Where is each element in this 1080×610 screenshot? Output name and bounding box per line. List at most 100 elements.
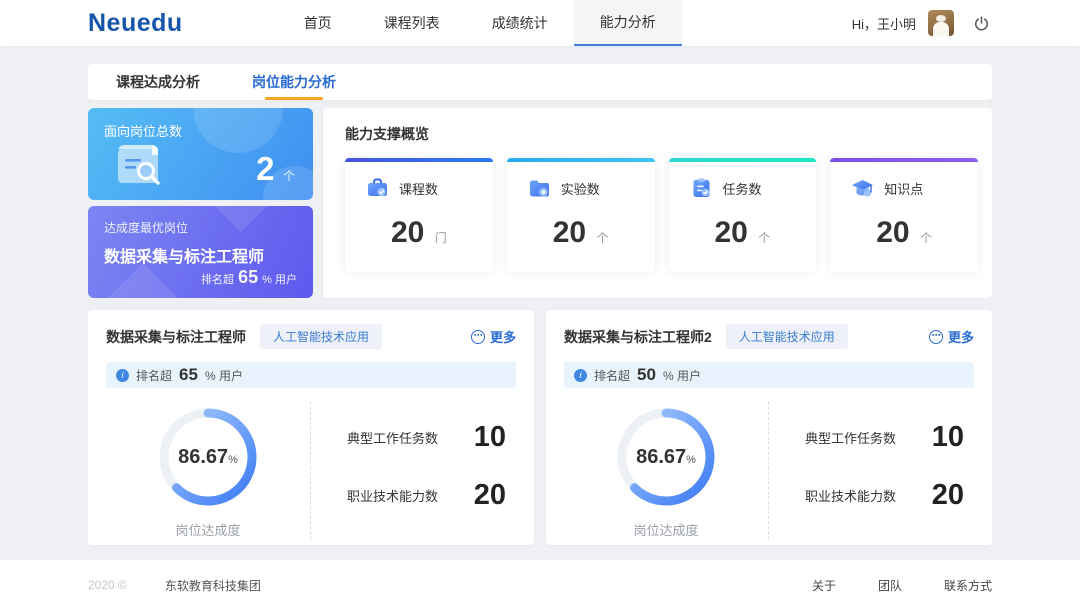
job-panel-title: 数据采集与标注工程师 [106,327,246,347]
stat-card-label: 任务数 [723,179,762,198]
ellipsis-circle-icon: ⋯ [471,330,485,344]
job-stats: 典型工作任务数 10 职业技术能力数 20 [311,402,516,539]
tab-job-ability[interactable]: 岗位能力分析 [252,64,336,100]
jobs-total-card[interactable]: 面向岗位总数 2 个 [88,108,313,200]
gauge-value: 86.67 [636,446,686,469]
course-icon [365,176,390,201]
user-greeting: Hi，王小明 [852,14,916,33]
footer-link-contact[interactable]: 联系方式 [944,577,992,594]
job-panel-title: 数据采集与标注工程师2 [564,327,712,347]
nav-item-ability[interactable]: 能力分析 [574,0,682,46]
stat-card-value: 20 [553,216,586,249]
rank-prefix: 排名超 [136,367,172,384]
stat-label: 典型工作任务数 [805,428,896,447]
stat-card-unit: 门 [435,231,447,245]
best-job-rank-prefix: 排名超 [201,274,234,286]
achievement-gauge: 86.67 % 岗位达成度 [564,402,769,539]
stat-card-label: 实验数 [561,179,600,198]
gauge-label: 岗位达成度 [633,520,698,539]
stat-card-knowledge[interactable]: 知识点 20 个 [830,158,978,272]
nav-item-home[interactable]: 首页 [278,0,358,46]
stat-card-experiments[interactable]: 实验数 20 个 [507,158,655,272]
accent-bar [830,158,978,162]
power-icon [973,15,990,32]
more-button[interactable]: ⋯ 更多 [929,327,974,346]
stat-row-tasks: 典型工作任务数 10 [347,421,506,454]
stat-card-label: 课程数 [399,179,438,198]
company-name: 东软教育科技集团 [165,577,261,594]
nav-item-grades[interactable]: 成绩统计 [466,0,574,46]
stat-row-tasks: 典型工作任务数 10 [805,421,964,454]
task-icon [689,176,714,201]
analysis-tabbar: 课程达成分析 岗位能力分析 [88,64,992,100]
stat-value: 10 [474,421,506,454]
stat-card-value: 20 [391,216,424,249]
stat-value: 20 [474,479,506,512]
rank-info-bar: i 排名超 65 % 用户 [106,362,516,388]
gauge-unit: % [228,454,238,466]
best-job-card[interactable]: 达成度最优岗位 数据采集与标注工程师 排名超 65 % 用户 [88,206,313,298]
best-job-name: 数据采集与标注工程师 [104,243,297,267]
stat-label: 典型工作任务数 [347,428,438,447]
ellipsis-circle-icon: ⋯ [929,330,943,344]
copyright-year: 2020 © [88,578,127,592]
best-job-rank-value: 65 [238,267,258,287]
stat-row-skills: 职业技术能力数 20 [347,479,506,512]
summary-cards-column: 面向岗位总数 2 个 [88,108,313,298]
job-stats: 典型工作任务数 10 职业技术能力数 20 [769,402,974,539]
rank-suffix: % 用户 [205,367,243,384]
capability-overview-title: 能力支撑概览 [345,124,978,144]
accent-bar [669,158,817,162]
accent-bar [507,158,655,162]
stat-card-unit: 个 [920,231,932,245]
jobs-total-unit: 个 [283,169,295,183]
job-panel-tag: 人工智能技术应用 [260,324,382,349]
stat-card-value: 20 [876,216,909,249]
footer-link-team[interactable]: 团队 [878,577,902,594]
best-job-rank-suffix: % 用户 [262,274,297,286]
tab-course-achievement[interactable]: 课程达成分析 [116,64,200,100]
info-icon: i [116,369,129,382]
best-job-rank: 排名超 65 % 用户 [201,267,297,288]
stat-label: 职业技术能力数 [347,486,438,505]
stat-label: 职业技术能力数 [805,486,896,505]
accent-bar [345,158,493,162]
summary-section: 面向岗位总数 2 个 [88,108,992,298]
stat-card-unit: 个 [758,231,770,245]
stat-card-tasks[interactable]: 任务数 20 个 [669,158,817,272]
user-avatar[interactable] [928,10,954,36]
jobs-total-title: 面向岗位总数 [104,121,297,140]
stat-card-value: 20 [714,216,747,249]
gauge-unit: % [686,454,696,466]
page-content: 课程达成分析 岗位能力分析 面向岗位总数 [0,64,1080,545]
main-nav: 首页 课程列表 成绩统计 能力分析 [278,0,682,46]
document-search-icon [110,137,174,196]
navbar-user-area: Hi，王小明 [852,0,992,46]
footer-link-about[interactable]: 关于 [812,577,836,594]
job-panel-2: 数据采集与标注工程师2 人工智能技术应用 ⋯ 更多 i 排名超 50 % 用户 [546,310,992,545]
stat-card-unit: 个 [597,231,609,245]
gauge-label: 岗位达成度 [175,520,240,539]
job-panels-section: 数据采集与标注工程师 人工智能技术应用 ⋯ 更多 i 排名超 65 % 用户 [88,310,992,545]
rank-value: 50 [637,365,656,385]
decor-diamond [105,263,181,298]
info-icon: i [574,369,587,382]
rank-info-bar: i 排名超 50 % 用户 [564,362,974,388]
stat-card-label: 知识点 [884,179,923,198]
best-job-title: 达成度最优岗位 [104,219,297,236]
job-panel-tag: 人工智能技术应用 [726,324,848,349]
rank-prefix: 排名超 [594,367,630,384]
jobs-total-value: 2 [256,150,274,187]
stat-value: 10 [932,421,964,454]
jobs-total-value-row: 2 个 [256,150,295,188]
more-button[interactable]: ⋯ 更多 [471,327,516,346]
stat-card-courses[interactable]: 课程数 20 门 [345,158,493,272]
logout-button[interactable] [970,12,992,34]
knowledge-icon [850,176,875,201]
top-navbar: Neuedu 首页 课程列表 成绩统计 能力分析 Hi，王小明 [0,0,1080,46]
rank-value: 65 [179,365,198,385]
gauge-value: 86.67 [178,446,228,469]
job-panel-1: 数据采集与标注工程师 人工智能技术应用 ⋯ 更多 i 排名超 65 % 用户 [88,310,534,545]
nav-item-courses[interactable]: 课程列表 [358,0,466,46]
achievement-gauge: 86.67 % 岗位达成度 [106,402,311,539]
